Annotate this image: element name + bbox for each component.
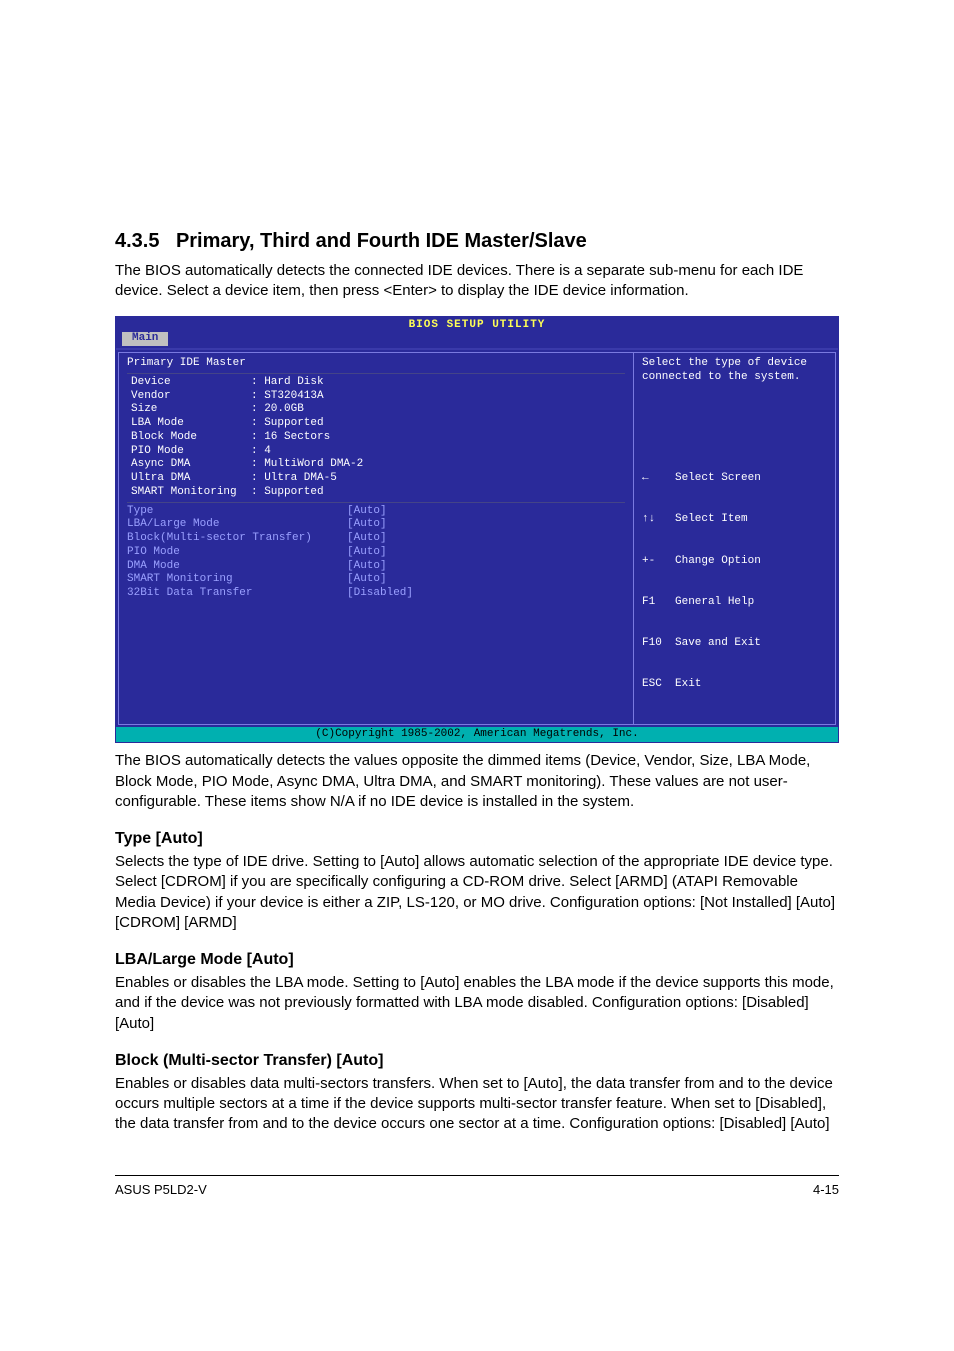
bios-setting-row: LBA/Large Mode[Auto] [127,518,625,532]
bios-nav-row: F10 Save and Exit [642,637,827,651]
lba-body: Enables or disables the LBA mode. Settin… [115,973,839,1034]
bios-setting-row: PIO Mode[Auto] [127,546,625,560]
footer-right: 4-15 [813,1182,839,1197]
bios-device-info-group: Device: Hard Disk Vendor: ST320413A Size… [127,373,625,503]
bios-nav-row: F1 General Help [642,596,827,610]
bios-copyright: (C)Copyright 1985-2002, American Megatre… [116,727,838,743]
bios-left-panel: Primary IDE Master Device: Hard Disk Ven… [118,352,633,725]
bios-setting-row: Block(Multi-sector Transfer)[Auto] [127,532,625,546]
bios-setting-row: DMA Mode[Auto] [127,560,625,574]
block-header: Block (Multi-sector Transfer) [Auto] [115,1052,839,1070]
bios-nav-keys: ← Select Screen ↑↓ Select Item +- Change… [642,445,827,720]
footer-left: ASUS P5LD2-V [115,1182,207,1197]
bios-setting-row: SMART Monitoring[Auto] [127,573,625,587]
page-footer: ASUS P5LD2-V 4-15 [115,1175,839,1197]
type-body: Selects the type of IDE drive. Setting t… [115,852,839,933]
bios-info-row: Block Mode: 16 Sectors [131,431,625,445]
bios-nav-row: ← Select Screen [642,472,827,486]
after-bios-paragraph: The BIOS automatically detects the value… [115,751,839,812]
block-body: Enables or disables data multi-sectors t… [115,1074,839,1135]
bios-info-row: Size: 20.0GB [131,403,625,417]
bios-nav-row: +- Change Option [642,555,827,569]
bios-nav-row: ESC Exit [642,678,827,692]
bios-nav-row: ↑↓ Select Item [642,513,827,527]
bios-panel-header: Primary IDE Master [127,357,625,371]
bios-info-row: SMART Monitoring: Supported [131,486,625,500]
bios-title: BIOS SETUP UTILITY [116,317,838,333]
bios-info-row: Vendor: ST320413A [131,390,625,404]
bios-tab-main: Main [122,332,168,346]
bios-screenshot: BIOS SETUP UTILITY Main Primary IDE Mast… [115,316,839,744]
lba-header: LBA/Large Mode [Auto] [115,951,839,969]
bios-setting-row: Type[Auto] [127,505,625,519]
bios-info-row: Device: Hard Disk [131,376,625,390]
bios-info-row: Ultra DMA: Ultra DMA-5 [131,472,625,486]
section-number: 4.3.5 [115,230,159,253]
bios-info-row: Async DMA: MultiWord DMA-2 [131,458,625,472]
section-intro: The BIOS automatically detects the conne… [115,261,839,302]
bios-setting-row: 32Bit Data Transfer[Disabled] [127,587,625,601]
bios-help-text: Select the type of device connected to t… [642,357,827,445]
bios-info-row: LBA Mode: Supported [131,417,625,431]
section-title: Primary, Third and Fourth IDE Master/Sla… [176,230,587,253]
bios-right-panel: Select the type of device connected to t… [633,352,836,725]
type-header: Type [Auto] [115,830,839,848]
bios-tabs: Main [116,332,838,348]
bios-settings-group: Type[Auto] LBA/Large Mode[Auto] Block(Mu… [127,505,625,601]
bios-info-row: PIO Mode: 4 [131,445,625,459]
